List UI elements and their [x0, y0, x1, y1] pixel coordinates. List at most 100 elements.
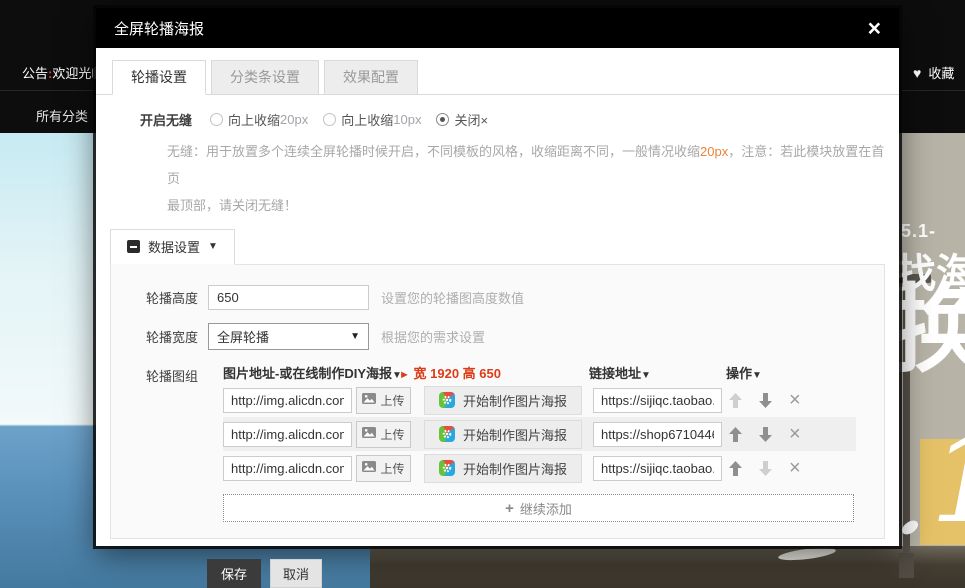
carousel-height-row: 轮播高度 设置您的轮播图高度数值	[111, 285, 884, 310]
upload-label: 上传	[380, 392, 404, 409]
select-caret-icon: ▼	[350, 331, 360, 342]
upload-label: 上传	[380, 426, 404, 443]
radio-icon	[210, 113, 223, 126]
dialog-tabbar: 轮播设置 分类条设置 效果配置	[96, 60, 899, 95]
banner-date-text: 5.1-	[901, 221, 936, 242]
carousel-height-hint: 设置您的轮播图高度数值	[381, 288, 524, 307]
image-upload-icon	[362, 393, 376, 407]
add-more-button[interactable]: + 继续添加	[223, 494, 854, 522]
add-more-label: 继续添加	[520, 499, 572, 518]
tab-carousel-settings[interactable]: 轮播设置	[112, 60, 206, 95]
upload-button[interactable]: 上传	[356, 421, 411, 448]
tab-categorybar-settings[interactable]: 分类条设置	[211, 60, 319, 95]
dialog-title: 全屏轮播海报	[114, 18, 204, 39]
move-up-button[interactable]	[729, 461, 742, 476]
heart-icon: ♥	[913, 65, 921, 81]
favorite-link[interactable]: ♥ 收藏	[913, 63, 954, 82]
data-settings-section: 数据设置 ▼ 轮播高度 设置您的轮播图高度数值 轮播宽度 全屏轮播 ▼ 根据您的…	[110, 229, 885, 539]
save-button[interactable]: 保存	[207, 559, 261, 588]
help-line-2: 最顶部，请关闭无缝！	[167, 192, 889, 219]
seamless-label: 开启无缝	[140, 110, 192, 129]
tab-effect-config[interactable]: 效果配置	[324, 60, 418, 95]
upload-button[interactable]: 上传	[356, 455, 411, 482]
banner-headline-2: 换	[891, 283, 965, 379]
image-upload-icon	[362, 461, 376, 475]
carousel-width-hint: 根据您的需求设置	[381, 327, 485, 346]
nav-all-categories[interactable]: 所有分类	[36, 106, 88, 125]
radio-label: 向上收缩	[228, 110, 280, 129]
cancel-button[interactable]: 取消	[270, 559, 322, 588]
dialog-titlebar: 全屏轮播海报 ×	[96, 8, 899, 48]
radio-icon	[323, 113, 336, 126]
radio-suffix: 10px	[393, 112, 421, 127]
banner-gold-box: 1	[920, 439, 965, 545]
seamless-help-text: 无缝：用于放置多个连续全屏轮播时候开启，不同模板的风格，收缩距离不同，一般情况收…	[167, 138, 889, 219]
make-poster-button[interactable]: 开始制作图片海报	[424, 454, 582, 483]
help-highlight: 20px	[700, 144, 728, 159]
move-down-button[interactable]	[759, 427, 772, 442]
favorite-label: 收藏	[928, 63, 954, 82]
radio-close-seamless[interactable]: 关闭×	[436, 110, 488, 129]
upload-button[interactable]: 上传	[356, 387, 411, 414]
announcement-prefix: 公告	[22, 66, 48, 81]
group-column-headers: 图片地址-或在线制作DIY海报▼ ► 宽 1920 高 650 链接地址▼ 操作…	[223, 363, 856, 383]
make-poster-label: 开始制作图片海报	[463, 459, 567, 478]
row-actions: ×	[729, 458, 801, 478]
chevron-down-icon: ▼	[208, 241, 218, 252]
plus-icon: +	[505, 500, 514, 517]
radio-icon	[436, 113, 449, 126]
carousel-poster-dialog: 全屏轮播海报 × 轮播设置 分类条设置 效果配置 开启无缝 向上收缩20px 向…	[96, 8, 899, 546]
screen: 公告:欢迎光临 所有分类 ♥ 收藏 5.1- 找海 换 1 全屏轮播海报 × 轮…	[0, 0, 965, 588]
close-icon[interactable]: ×	[868, 17, 881, 40]
size-arrow-icon: ►	[399, 369, 410, 381]
carousel-image-row: 上传 开始制作图片海报 ×	[223, 417, 856, 451]
carousel-image-row: 上传 开始制作图片海报 ×	[223, 451, 856, 485]
carousel-image-row: 上传 开始制作图片海报 ×	[223, 383, 856, 417]
make-poster-label: 开始制作图片海报	[463, 425, 567, 444]
delete-row-button[interactable]: ×	[789, 390, 801, 410]
recommended-size-text: ► 宽 1920 高 650	[399, 363, 501, 382]
carousel-height-input[interactable]	[208, 285, 369, 310]
poster-maker-icon	[439, 392, 455, 408]
collapse-minus-icon	[127, 240, 140, 253]
move-up-button[interactable]	[729, 427, 742, 442]
carousel-group-label: 轮播图组	[111, 363, 208, 522]
row-actions: ×	[729, 424, 801, 444]
image-url-input[interactable]	[223, 388, 352, 413]
banner-big-number: 1	[930, 421, 965, 541]
move-down-button[interactable]	[759, 393, 772, 408]
carousel-width-select[interactable]: 全屏轮播 ▼	[208, 323, 369, 350]
image-url-input[interactable]	[223, 422, 352, 447]
link-url-input[interactable]	[593, 422, 722, 447]
row-actions: ×	[729, 390, 801, 410]
link-url-input[interactable]	[593, 456, 722, 481]
make-poster-label: 开始制作图片海报	[463, 391, 567, 410]
column-link-url[interactable]: 链接地址▼	[589, 363, 651, 382]
select-value: 全屏轮播	[217, 327, 269, 346]
move-up-button[interactable]	[729, 393, 742, 408]
make-poster-button[interactable]: 开始制作图片海报	[424, 386, 582, 415]
delete-row-button[interactable]: ×	[789, 424, 801, 444]
dialog-footer: 保存 取消	[207, 559, 899, 588]
upload-label: 上传	[380, 460, 404, 477]
delete-row-button[interactable]: ×	[789, 458, 801, 478]
carousel-group-content: 图片地址-或在线制作DIY海报▼ ► 宽 1920 高 650 链接地址▼ 操作…	[223, 363, 856, 522]
image-url-input[interactable]	[223, 456, 352, 481]
radio-label: 向上收缩	[341, 110, 393, 129]
radio-shrink-10px[interactable]: 向上收缩10px	[323, 110, 421, 129]
column-image-url[interactable]: 图片地址-或在线制作DIY海报▼	[223, 363, 402, 382]
radio-suffix: 20px	[280, 112, 308, 127]
move-down-button[interactable]	[759, 461, 772, 476]
make-poster-button[interactable]: 开始制作图片海报	[424, 420, 582, 449]
data-settings-panel: 轮播高度 设置您的轮播图高度数值 轮播宽度 全屏轮播 ▼ 根据您的需求设置 轮播…	[110, 264, 885, 539]
announcement-text: 公告:欢迎光临	[22, 63, 104, 82]
chevron-down-icon: ▼	[641, 370, 651, 381]
carousel-width-row: 轮播宽度 全屏轮播 ▼ 根据您的需求设置	[111, 323, 884, 350]
help-line-1: 无缝：用于放置多个连续全屏轮播时候开启，不同模板的风格，收缩距离不同，一般情况收…	[167, 138, 889, 192]
column-actions[interactable]: 操作▼	[726, 363, 762, 382]
radio-label: 关闭×	[454, 110, 488, 129]
link-url-input[interactable]	[593, 388, 722, 413]
seamless-setting-row: 开启无缝 向上收缩20px 向上收缩10px 关闭×	[140, 110, 899, 129]
radio-shrink-20px[interactable]: 向上收缩20px	[210, 110, 308, 129]
data-settings-header[interactable]: 数据设置 ▼	[110, 229, 235, 265]
